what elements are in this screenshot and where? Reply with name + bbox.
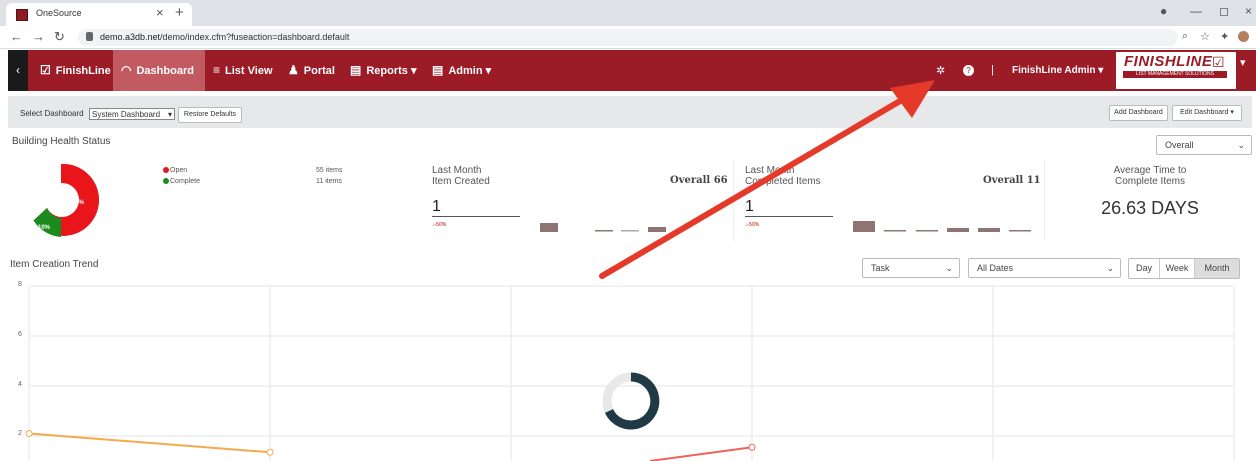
- select-dashboard-label: Select Dashboard: [20, 109, 84, 118]
- browser-tab-strip: OneSource × + ● — ◻ ×: [0, 0, 1256, 26]
- speedometer-icon: ◠: [121, 63, 132, 77]
- period-toggle: Day Week Month: [1128, 258, 1240, 279]
- chevron-down-icon: ⌄: [1237, 140, 1245, 150]
- maximize-button[interactable]: ◻: [1219, 4, 1229, 18]
- avatar-icon[interactable]: [1238, 31, 1249, 42]
- dashboard-select[interactable]: System Dashboard ▾: [89, 108, 175, 120]
- chevron-down-icon: ▾: [1230, 109, 1234, 116]
- spark-bar: [947, 228, 969, 232]
- forward-arrow-icon[interactable]: →: [32, 29, 45, 44]
- week-button[interactable]: Week: [1160, 259, 1195, 278]
- minimize-button[interactable]: —: [1190, 4, 1202, 18]
- separator: |: [991, 64, 994, 76]
- health-donut-chart: 49% 10%: [33, 163, 100, 237]
- help-icon[interactable]: ?: [963, 65, 974, 76]
- legend-complete: Complete: [163, 178, 200, 185]
- star-icon[interactable]: ☆: [1200, 30, 1210, 43]
- nav-reports[interactable]: ▤ Reports ▾: [350, 50, 417, 91]
- url-host: demo.a3db.net: [100, 32, 161, 42]
- chevron-down-icon[interactable]: ▾: [1240, 56, 1246, 69]
- logo-check-icon: ☑: [1212, 54, 1225, 70]
- day-button[interactable]: Day: [1129, 259, 1160, 278]
- spark-bar: [978, 228, 1000, 232]
- donut-label-open: 49%: [72, 200, 85, 206]
- month-button[interactable]: Month: [1195, 259, 1239, 278]
- tab-title: OneSource: [36, 8, 82, 18]
- legend-open: Open: [163, 167, 187, 174]
- green-dot-icon: [163, 178, 169, 185]
- series-point[interactable]: [748, 443, 756, 451]
- y-tick-label: 2: [18, 430, 22, 437]
- close-window-button[interactable]: ×: [1245, 4, 1252, 18]
- edit-dashboard-button[interactable]: Edit Dashboard ▾: [1172, 105, 1242, 121]
- chevron-down-icon: ▾: [167, 110, 172, 119]
- health-filter-select[interactable]: Overall ⌄: [1156, 135, 1252, 155]
- trend-date-select[interactable]: All Dates ⌄: [968, 258, 1121, 278]
- chevron-down-icon: ▾: [485, 65, 492, 77]
- checkbox-icon: ☑: [40, 63, 51, 77]
- health-title: Building Health Status: [12, 136, 111, 147]
- nav-list-view[interactable]: ≡ List View: [213, 50, 273, 91]
- nav-admin[interactable]: ▤ Admin ▾: [432, 50, 491, 91]
- donut-label-complete: 10%: [38, 225, 51, 231]
- logo-tagline: Public-FinishLine de: [1158, 81, 1204, 87]
- series-line: [649, 446, 753, 461]
- zoom-icon[interactable]: ⌕: [1182, 30, 1188, 43]
- chevron-down-icon: ⌄: [1106, 263, 1114, 273]
- kpi-created-change: ↓-50%: [432, 222, 447, 228]
- profile-icon[interactable]: ●: [1160, 4, 1167, 18]
- back-arrow-icon[interactable]: ←: [10, 29, 23, 44]
- nav-dashboard[interactable]: ◠ Dashboard: [113, 50, 205, 91]
- series-point[interactable]: [25, 430, 33, 437]
- y-tick-label: 6: [18, 331, 22, 338]
- kpi-avg-value: 26.63 DAYS: [1101, 198, 1199, 218]
- list-icon: ≡: [213, 63, 221, 77]
- collapse-button[interactable]: ‹: [8, 50, 28, 91]
- kpi-completed-overall: Overall 11: [983, 175, 1041, 186]
- y-tick-label: 8: [18, 281, 22, 288]
- extension-icon[interactable]: ✦: [1220, 30, 1229, 43]
- kpi-created-title-2: Item Created: [432, 176, 490, 187]
- restore-defaults-button[interactable]: Restore Defaults: [178, 107, 242, 123]
- chevron-down-icon: ▾: [410, 65, 417, 77]
- complete-count: 11 items: [316, 178, 342, 185]
- donut-slice-complete: [33, 208, 61, 237]
- trend-title: Item Creation Trend: [10, 259, 99, 270]
- spark-bar: [540, 223, 558, 232]
- kpi-card-average: Average Time to Complete Items 26.63 DAY…: [1048, 160, 1252, 242]
- y-tick-label: 4: [18, 381, 22, 388]
- url-field[interactable]: demo.a3db.net/demo/index.cfm?fuseaction=…: [78, 29, 1178, 46]
- admin-icon: ▤: [432, 63, 444, 77]
- add-dashboard-button[interactable]: Add Dashboard: [1109, 105, 1168, 121]
- spark-bar: [1009, 230, 1031, 232]
- loading-spinner-icon: [602, 372, 660, 430]
- user-menu[interactable]: FinishLine Admin ▾: [1012, 50, 1103, 91]
- chevron-down-icon: ▾: [1098, 65, 1104, 76]
- kpi-avg-title-1: Average Time to: [1113, 165, 1187, 176]
- report-icon: ▤: [350, 63, 362, 77]
- open-count: 55 items: [316, 167, 343, 174]
- url-path: /demo/index.cfm?fuseaction=dashboard.def…: [160, 32, 350, 42]
- lock-icon: [86, 32, 93, 41]
- annotation-arrow: [599, 80, 935, 279]
- kpi-created-title-1: Last Month: [432, 165, 482, 176]
- kpi-created-value: 1: [432, 198, 520, 217]
- favicon-icon: [16, 9, 28, 21]
- kpi-avg-title-2: Complete Items: [1114, 176, 1186, 187]
- new-tab-button[interactable]: +: [175, 4, 184, 21]
- tab-close-button[interactable]: ×: [156, 5, 164, 20]
- nav-portal[interactable]: ♟ Portal: [288, 50, 335, 91]
- browser-tab[interactable]: OneSource ×: [6, 3, 192, 26]
- series-point[interactable]: [266, 448, 274, 456]
- reload-icon[interactable]: ↻: [54, 29, 65, 45]
- address-bar: ← → ↻ demo.a3db.net/demo/index.cfm?fusea…: [0, 26, 1256, 49]
- person-icon: ♟: [288, 63, 299, 77]
- nav-finishline[interactable]: ☑ FinishLine: [36, 50, 115, 91]
- red-dot-icon: [163, 167, 169, 174]
